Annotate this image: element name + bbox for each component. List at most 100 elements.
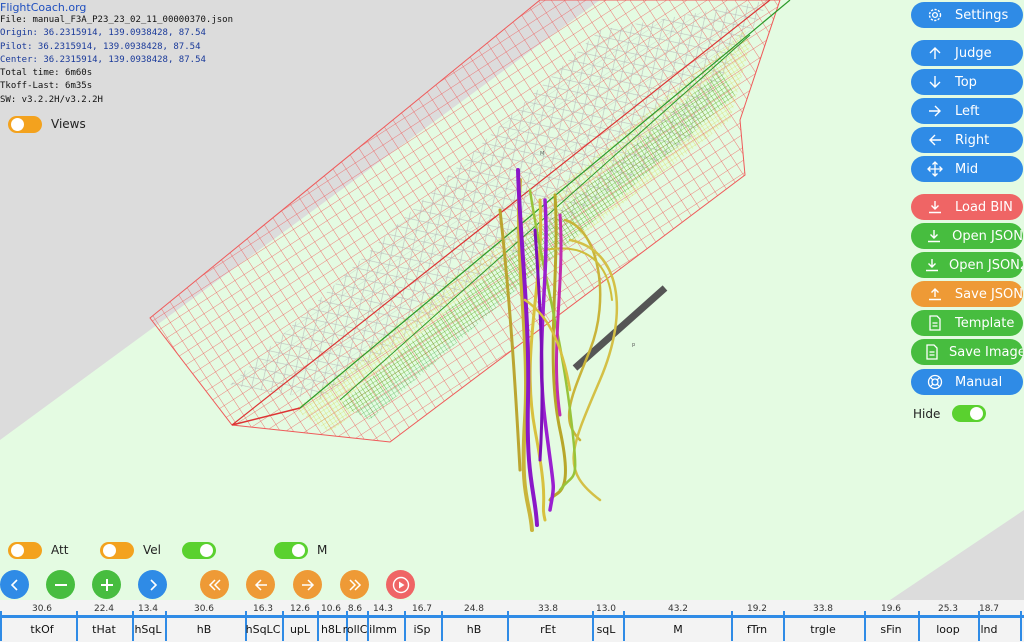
timeline-maneuver[interactable]: rollC <box>343 623 368 636</box>
timeline-maneuver[interactable]: hB <box>197 623 212 636</box>
lifebuoy-icon <box>925 374 945 390</box>
maneuver-timeline[interactable]: 30.6 tkOf 22.4 tHat 13.4 hSqL 30.6 hB 16.3 hSqLC 1… <box>0 600 1024 642</box>
timeline-maneuver[interactable]: rEt <box>540 623 556 636</box>
play-button[interactable] <box>386 570 415 599</box>
timeline-separator <box>1020 611 1022 641</box>
timeline-duration: 30.6 <box>31 604 53 614</box>
m-toggle[interactable] <box>274 542 308 559</box>
save-json-label: Save JSON <box>954 286 1023 302</box>
minus-icon <box>54 583 67 586</box>
timeline-separator <box>0 611 2 641</box>
timeline-maneuver[interactable]: tkOf <box>30 623 53 636</box>
timeline-duration: 14.3 <box>372 604 394 614</box>
template-label: Template <box>955 315 1015 331</box>
views-toggle[interactable] <box>8 116 42 133</box>
timeline-duration: 25.3 <box>937 604 959 614</box>
chevron-left-icon <box>10 578 18 591</box>
timeline-separator <box>918 611 920 641</box>
timeline-separator <box>165 611 167 641</box>
arrow-down-icon <box>925 75 945 89</box>
timeline-maneuver[interactable]: lnd <box>980 623 997 636</box>
vel-toggle[interactable] <box>100 542 134 559</box>
toggle-knob <box>11 118 24 131</box>
m-label: M <box>317 543 328 557</box>
pilot-coords: Pilot: 36.2315914, 139.0938428, 87.54 <box>0 41 201 52</box>
save-image-label: Save Image <box>949 344 1023 360</box>
timeline-duration: 33.8 <box>812 604 834 614</box>
settings-label: Settings <box>955 7 1009 23</box>
timeline-maneuver[interactable]: hB <box>467 623 482 636</box>
app-title[interactable]: FlightCoach.org <box>0 1 233 14</box>
mid-view-button[interactable]: Mid <box>911 156 1023 182</box>
arrow-right-icon <box>301 578 314 591</box>
timeline-separator <box>783 611 785 641</box>
views-label: Views <box>51 117 86 131</box>
zoom-out-button[interactable] <box>46 570 75 599</box>
timeline-maneuver[interactable]: sqL <box>597 623 616 636</box>
fast-forward-button[interactable] <box>340 570 369 599</box>
timeline-duration: 18.7 <box>978 604 1000 614</box>
step-forward-button[interactable] <box>293 570 322 599</box>
timeline-duration: 33.8 <box>537 604 559 614</box>
timeline-maneuver[interactable]: trgle <box>810 623 835 636</box>
flight-info-panel: FlightCoach.org File: manual_F3A_P23_23_… <box>0 1 233 107</box>
arrow-left-icon <box>925 133 945 147</box>
timeline-separator <box>404 611 406 641</box>
toggle-knob <box>970 407 983 420</box>
timeline-duration: 30.6 <box>193 604 215 614</box>
sw-version: SW: v3.2.2H/v3.2.2H <box>0 94 103 105</box>
upload-icon <box>925 287 945 301</box>
prev-button[interactable] <box>0 570 29 599</box>
timeline-maneuver[interactable]: iSp <box>413 623 430 636</box>
timeline-duration: 43.2 <box>667 604 689 614</box>
timeline-maneuver[interactable]: tHat <box>92 623 116 636</box>
right-view-button[interactable]: Right <box>911 127 1023 153</box>
chevron-right-icon <box>149 578 157 591</box>
settings-button[interactable]: Settings <box>911 2 1023 28</box>
manual-button[interactable]: Manual <box>911 369 1023 395</box>
timeline-separator <box>507 611 509 641</box>
load-bin-button[interactable]: Load BIN <box>911 194 1023 220</box>
att-label: Att <box>51 543 69 557</box>
timeline-separator <box>441 611 443 641</box>
timeline-maneuver[interactable]: M <box>673 623 683 636</box>
save-json-button[interactable]: Save JSON <box>911 281 1023 307</box>
arrow-right-icon <box>925 104 945 118</box>
mid-label: Mid <box>955 161 979 177</box>
template-button[interactable]: Template <box>911 310 1023 336</box>
timeline-separator <box>864 611 866 641</box>
scene-marker: M <box>540 151 544 157</box>
timeline-duration: 16.3 <box>252 604 274 614</box>
timeline-maneuver[interactable]: fTrn <box>747 623 767 636</box>
timeline-duration: 8.6 <box>347 604 363 614</box>
top-view-button[interactable]: Top <box>911 69 1023 95</box>
timeline-maneuver[interactable]: hSqL <box>134 623 161 636</box>
right-label: Right <box>955 132 990 148</box>
judge-view-button[interactable]: Judge <box>911 40 1023 66</box>
left-view-button[interactable]: Left <box>911 98 1023 124</box>
total-time: Total time: 6m60s <box>0 68 93 79</box>
save-image-button[interactable]: Save Image <box>911 339 1023 365</box>
timeline-duration: 19.2 <box>746 604 768 614</box>
zoom-in-button[interactable] <box>92 570 121 599</box>
next-button[interactable] <box>138 570 167 599</box>
step-back-button[interactable] <box>246 570 275 599</box>
scene-marker: p <box>632 342 635 348</box>
hide-label: Hide <box>913 407 941 421</box>
timeline-maneuver[interactable]: upL <box>290 623 310 636</box>
hide-toggle[interactable] <box>952 405 986 422</box>
toggle-knob <box>200 544 213 557</box>
open-json-button[interactable]: Open JSON <box>911 223 1023 249</box>
show-toggle[interactable] <box>182 542 216 559</box>
timeline-duration: 10.6 <box>320 604 342 614</box>
timeline-maneuver[interactable]: sFin <box>880 623 901 636</box>
att-toggle[interactable] <box>8 542 42 559</box>
timeline-separator <box>76 611 78 641</box>
rewind-button[interactable] <box>200 570 229 599</box>
timeline-maneuver[interactable]: h8L <box>321 623 341 636</box>
timeline-separator <box>623 611 625 641</box>
open-json2-button[interactable]: Open JSON2 <box>911 252 1023 278</box>
timeline-maneuver[interactable]: hSqLC <box>246 623 281 636</box>
timeline-maneuver[interactable]: loop <box>936 623 960 636</box>
timeline-maneuver[interactable]: iImm <box>369 623 397 636</box>
